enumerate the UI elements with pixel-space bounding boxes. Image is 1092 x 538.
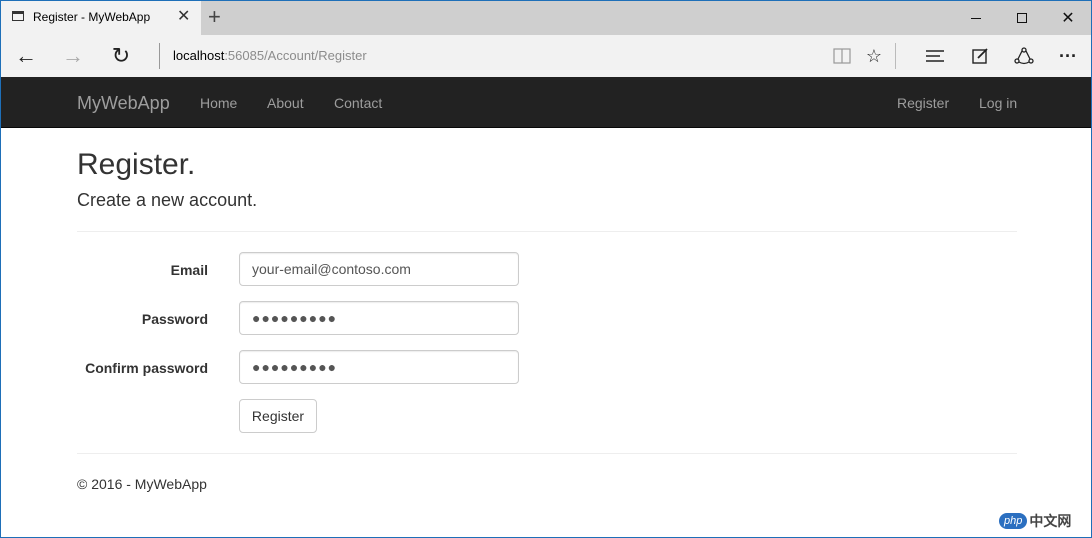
share-icon[interactable] xyxy=(1009,41,1039,71)
title-bar: Register - MyWebApp ✕ + ✕ xyxy=(1,1,1091,35)
page-title: Register. xyxy=(77,148,196,181)
page-icon xyxy=(12,11,24,21)
divider xyxy=(77,453,1017,454)
forward-arrow-icon[interactable]: → xyxy=(56,40,90,72)
close-icon: ✕ xyxy=(1061,10,1075,27)
toolbar-separator xyxy=(895,43,896,69)
page-content: Register. Create a new account. Email Pa… xyxy=(1,128,1091,537)
confirm-password-field[interactable] xyxy=(239,350,519,384)
register-button[interactable]: Register xyxy=(239,399,317,433)
nav-contact-link[interactable]: Contact xyxy=(334,95,382,111)
more-icon[interactable]: ··· xyxy=(1053,41,1083,71)
hub-icon[interactable] xyxy=(920,41,950,71)
close-tab-icon[interactable]: ✕ xyxy=(177,7,190,27)
maximize-button[interactable] xyxy=(999,1,1045,35)
divider xyxy=(77,231,1017,232)
reading-view-icon[interactable] xyxy=(827,41,857,71)
url-path: :56085/Account/Register xyxy=(224,48,367,63)
minimize-button[interactable] xyxy=(953,1,999,35)
watermark-text: 中文网 xyxy=(1029,513,1072,529)
refresh-icon[interactable]: ↻ xyxy=(104,40,138,72)
nav-register-link[interactable]: Register xyxy=(897,95,949,111)
back-arrow-icon[interactable]: ← xyxy=(9,40,43,72)
email-label: Email xyxy=(170,262,208,278)
footer-copyright: © 2016 - MyWebApp xyxy=(77,476,207,492)
url-field[interactable]: localhost:56085/Account/Register xyxy=(173,48,367,63)
star-icon[interactable]: ☆ xyxy=(859,41,889,71)
site-navbar: MyWebApp Home About Contact Register Log… xyxy=(1,77,1091,128)
page-subtitle: Create a new account. xyxy=(77,190,258,210)
brand-link[interactable]: MyWebApp xyxy=(77,93,170,114)
nav-login-link[interactable]: Log in xyxy=(979,95,1017,111)
new-tab-icon[interactable]: + xyxy=(208,4,221,30)
password-field[interactable] xyxy=(239,301,519,335)
tab-title: Register - MyWebApp xyxy=(33,10,151,24)
maximize-icon xyxy=(1017,13,1027,23)
confirm-password-label: Confirm password xyxy=(85,360,208,376)
address-bar: ← → ↻ localhost:56085/Account/Register ☆… xyxy=(1,35,1091,77)
url-host: localhost xyxy=(173,48,225,63)
browser-window: Register - MyWebApp ✕ + ✕ ← → ↻ localhos… xyxy=(0,0,1092,538)
browser-tab[interactable]: Register - MyWebApp ✕ xyxy=(1,1,201,35)
site-watermark: php 中文网 xyxy=(999,510,1085,532)
address-separator xyxy=(159,43,160,69)
watermark-badge: php xyxy=(999,513,1028,529)
minimize-icon xyxy=(971,17,981,19)
email-field[interactable] xyxy=(239,252,519,286)
nav-about-link[interactable]: About xyxy=(267,95,304,111)
close-window-button[interactable]: ✕ xyxy=(1045,1,1091,35)
password-label: Password xyxy=(141,311,208,327)
web-note-icon[interactable] xyxy=(965,41,995,71)
nav-home-link[interactable]: Home xyxy=(200,95,237,111)
